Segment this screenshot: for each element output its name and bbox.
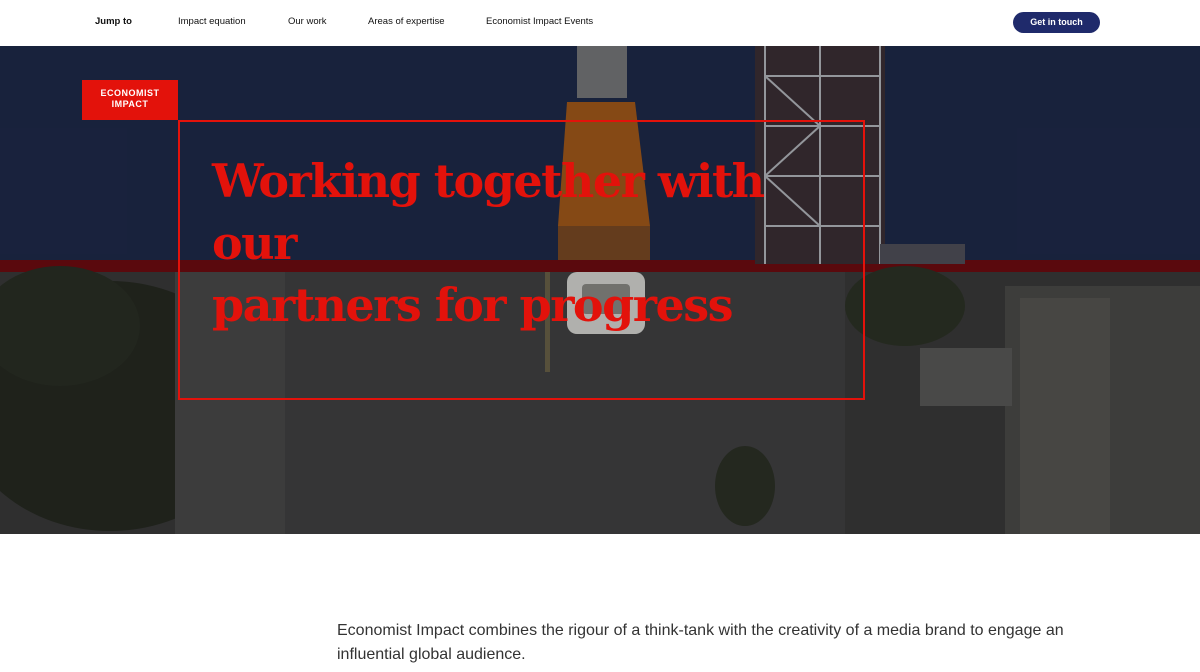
nav-item-areas-of-expertise[interactable]: Areas of expertise	[368, 16, 445, 27]
headline-line-1: Working together with our	[212, 154, 765, 270]
nav-item-economist-impact-events[interactable]: Economist Impact Events	[486, 16, 593, 27]
hero-banner: ECONOMIST IMPACT Working together with o…	[0, 46, 1200, 534]
hero-headline: Working together with our partners for p…	[212, 150, 852, 336]
logo-line-1: ECONOMIST	[100, 88, 160, 98]
nav-item-impact-equation[interactable]: Impact equation	[178, 16, 246, 27]
nav-item-our-work[interactable]: Our work	[288, 16, 327, 27]
top-navigation: Jump to Impact equation Our work Areas o…	[0, 0, 1200, 46]
headline-line-2: partners for progress	[212, 278, 734, 332]
jump-to-label[interactable]: Jump to	[95, 16, 132, 27]
intro-paragraph: Economist Impact combines the rigour of …	[337, 622, 1064, 663]
logo-line-2: IMPACT	[111, 99, 149, 109]
economist-impact-logo[interactable]: ECONOMIST IMPACT	[82, 80, 178, 120]
get-in-touch-button[interactable]: Get in touch	[1013, 12, 1100, 33]
